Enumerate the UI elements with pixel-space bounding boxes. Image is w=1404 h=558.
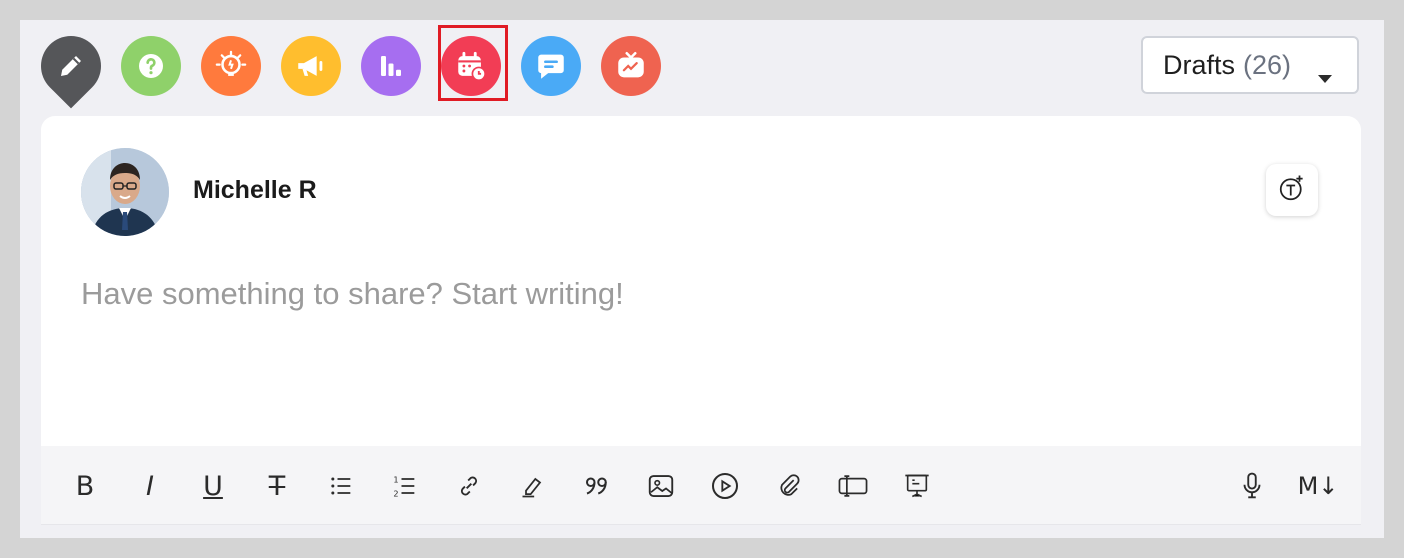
chevron-down-icon [1317, 60, 1333, 91]
svg-text:1: 1 [393, 475, 398, 485]
post-type-question[interactable] [121, 36, 181, 96]
post-type-event[interactable] [441, 36, 501, 96]
question-icon [135, 50, 167, 82]
video-icon[interactable] [707, 468, 743, 504]
composer-card: Michelle R Have something to share? Star… [41, 116, 1361, 446]
calendar-clock-icon [454, 49, 488, 83]
post-type-write[interactable] [28, 23, 114, 109]
drafts-label: Drafts [1163, 49, 1236, 80]
text-plus-icon [1277, 173, 1307, 208]
svg-text:2: 2 [393, 489, 398, 499]
markdown-icon[interactable]: M↓ [1296, 468, 1340, 504]
tv-icon [614, 49, 648, 83]
underline-icon[interactable]: U [195, 468, 231, 504]
add-text-style-button[interactable] [1266, 164, 1318, 216]
post-type-announcement[interactable] [281, 36, 341, 96]
link-icon[interactable] [451, 468, 487, 504]
drafts-dropdown[interactable]: Drafts (26) [1141, 36, 1359, 94]
quote-icon[interactable] [579, 468, 615, 504]
post-type-video[interactable] [601, 36, 661, 96]
embed-icon[interactable] [835, 468, 871, 504]
bar-chart-icon [376, 51, 406, 81]
megaphone-icon [294, 49, 328, 83]
post-type-bar: Drafts (26) [20, 20, 1384, 116]
avatar [81, 148, 169, 236]
lightbulb-icon [214, 49, 248, 83]
bullet-list-icon[interactable] [323, 468, 359, 504]
post-composer-frame: Drafts (26) Michelle R Have something to… [20, 20, 1384, 538]
italic-icon[interactable]: I [132, 468, 168, 504]
chat-bubble-icon [534, 49, 568, 83]
image-icon[interactable] [643, 468, 679, 504]
post-type-discussion[interactable] [521, 36, 581, 96]
bold-icon[interactable]: B [67, 468, 103, 504]
formatting-toolbar: B I U T 12 M↓ [41, 446, 1361, 525]
user-name: Michelle R [193, 176, 317, 204]
strikethrough-icon[interactable]: T [259, 468, 295, 504]
post-type-idea[interactable] [201, 36, 261, 96]
pencil-icon [50, 45, 92, 87]
numbered-list-icon[interactable]: 12 [387, 468, 423, 504]
attachment-icon[interactable] [771, 468, 807, 504]
highlighter-icon[interactable] [515, 468, 551, 504]
post-type-poll[interactable] [361, 36, 421, 96]
drafts-count: (26) [1243, 49, 1292, 80]
presentation-icon[interactable] [899, 468, 935, 504]
post-body-input[interactable]: Have something to share? Start writing! [81, 276, 624, 312]
microphone-icon[interactable] [1234, 468, 1270, 504]
